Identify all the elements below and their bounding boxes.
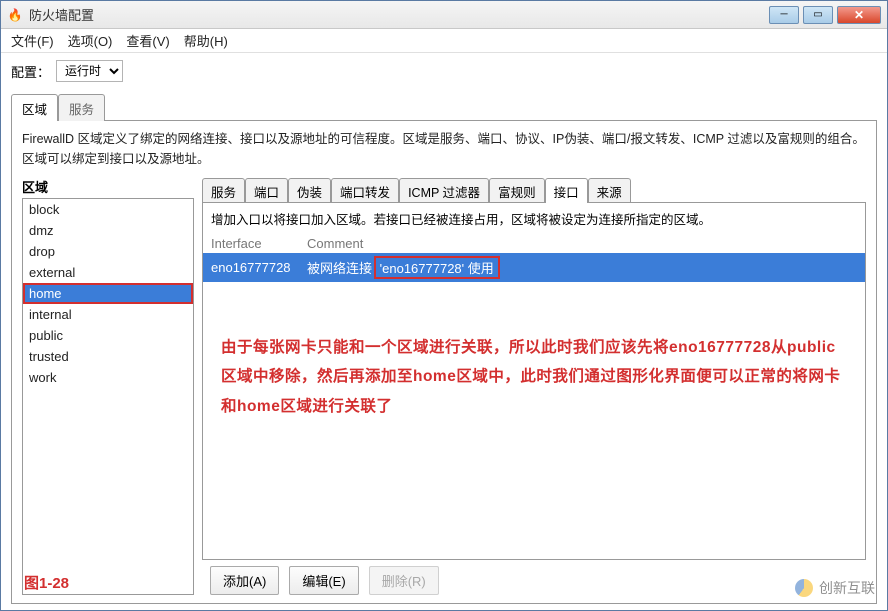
col-comment: Comment [307,236,857,251]
right-pane: 服务 端口 伪装 端口转发 ICMP 过滤器 富规则 接口 来源 增加入口以将接… [202,177,866,595]
menubar: 文件(F) 选项(O) 查看(V) 帮助(H) [1,29,887,53]
tab-masq[interactable]: 伪装 [288,178,331,203]
maximize-button[interactable]: ▭ [803,6,833,24]
remove-button: 删除(R) [369,566,439,595]
tab-rich[interactable]: 富规则 [489,178,545,203]
window-title: 防火墙配置 [29,5,94,24]
zone-item-dmz[interactable]: dmz [23,220,193,241]
tab-ports[interactable]: 端口 [245,178,288,203]
app-icon: 🔥 [7,7,23,23]
zone-list-header: 区域 [22,177,194,196]
edit-button[interactable]: 编辑(E) [289,566,358,595]
watermark-logo-icon [795,579,813,597]
tab-interfaces[interactable]: 接口 [545,178,588,203]
menu-view[interactable]: 查看(V) [126,31,169,50]
tab-zone[interactable]: 区域 [11,94,58,121]
config-select[interactable]: 运行时 [56,60,123,82]
zone-item-public[interactable]: public [23,325,193,346]
outer-tabs: 区域 服务 [11,93,877,120]
tab-source[interactable]: 来源 [588,178,631,203]
zone-item-drop[interactable]: drop [23,241,193,262]
zone-description: FirewallD 区域定义了绑定的网络连接、接口以及源地址的可信程度。区域是服… [22,129,866,169]
table-head: Interface Comment [203,234,865,253]
zone-item-block[interactable]: block [23,199,193,220]
button-row: 添加(A) 编辑(E) 删除(R) [202,560,866,595]
cell-comment: 被网络连接 'eno16777728' 使用 [307,256,857,279]
interfaces-table: Interface Comment eno16777728 被网络连接 'eno… [203,234,865,282]
tab-portfwd[interactable]: 端口转发 [331,178,399,203]
add-button[interactable]: 添加(A) [210,566,279,595]
tab-services[interactable]: 服务 [202,178,245,203]
zone-item-internal[interactable]: internal [23,304,193,325]
tab-icmp[interactable]: ICMP 过滤器 [399,178,489,203]
zone-list-wrap: 区域 block dmz drop external home internal… [22,177,194,595]
highlight-box: 'eno16777728' 使用 [374,256,500,279]
minimize-button[interactable]: ─ [769,6,799,24]
inner-tabs: 服务 端口 伪装 端口转发 ICMP 过滤器 富规则 接口 来源 [202,177,866,202]
menu-file[interactable]: 文件(F) [11,31,54,50]
zone-list[interactable]: block dmz drop external home internal pu… [22,198,194,595]
zone-item-external[interactable]: external [23,262,193,283]
menu-options[interactable]: 选项(O) [68,31,113,50]
app-window: 🔥 防火墙配置 ─ ▭ ✕ 文件(F) 选项(O) 查看(V) 帮助(H) 配置… [0,0,888,611]
window-buttons: ─ ▭ ✕ [769,6,887,24]
config-label: 配置： [11,62,50,81]
outer-panel: FirewallD 区域定义了绑定的网络连接、接口以及源地址的可信程度。区域是服… [11,120,877,604]
annotation-text: 由于每张网卡只能和一个区域进行关联，所以此时我们应该先将eno16777728从… [221,333,845,421]
close-button[interactable]: ✕ [837,6,881,24]
watermark-text: 创新互联 [819,578,875,598]
zone-item-trusted[interactable]: trusted [23,346,193,367]
figure-label: 图1-28 [24,572,69,593]
menu-help[interactable]: 帮助(H) [184,31,228,50]
interfaces-description: 增加入口以将接口加入区域。若接口已经被连接占用，区域将被设定为连接所指定的区域。 [203,209,865,234]
config-bar: 配置： 运行时 [1,53,887,89]
cell-interface: eno16777728 [211,260,307,275]
content-area: 区域 服务 FirewallD 区域定义了绑定的网络连接、接口以及源地址的可信程… [1,89,887,610]
col-interface: Interface [211,236,307,251]
inner-row: 区域 block dmz drop external home internal… [22,177,866,595]
tab-service[interactable]: 服务 [58,94,105,121]
titlebar: 🔥 防火墙配置 ─ ▭ ✕ [1,1,887,29]
zone-item-work[interactable]: work [23,367,193,388]
zone-item-home[interactable]: home [23,283,193,304]
inner-panel: 增加入口以将接口加入区域。若接口已经被连接占用，区域将被设定为连接所指定的区域。… [202,202,866,560]
watermark: 创新互联 [795,578,875,598]
table-row[interactable]: eno16777728 被网络连接 'eno16777728' 使用 [203,253,865,282]
